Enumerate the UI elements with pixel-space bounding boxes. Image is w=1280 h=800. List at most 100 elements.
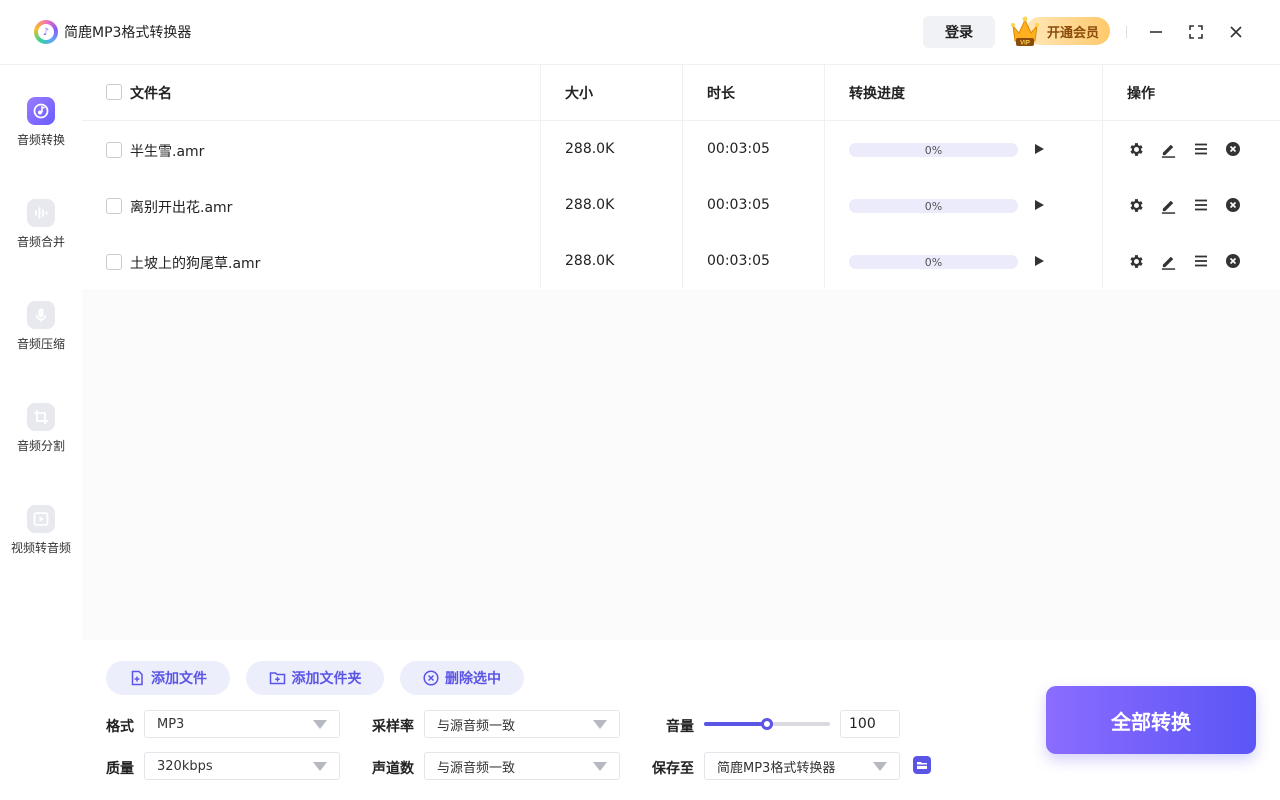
table-row[interactable]: 半生雪.amr 288.0K 00:03:05 0% bbox=[82, 121, 1280, 177]
volume-label: 音量 bbox=[666, 719, 694, 735]
menu-button[interactable] bbox=[1192, 196, 1210, 214]
minimize-icon bbox=[1150, 31, 1162, 33]
settings-button[interactable] bbox=[1127, 196, 1145, 214]
title-bar: ♪ 简鹿MP3格式转换器 登录 开通会员 VIP bbox=[0, 0, 1280, 64]
sidebar-item-label: 视频转音频 bbox=[10, 541, 71, 555]
remove-button[interactable] bbox=[1224, 140, 1242, 158]
samplerate-select[interactable]: 与源音频一致 bbox=[424, 710, 620, 738]
file-duration: 00:03:05 bbox=[707, 141, 770, 157]
row-checkbox[interactable] bbox=[106, 142, 122, 158]
pencil-icon bbox=[1161, 144, 1175, 158]
remove-button[interactable] bbox=[1224, 252, 1242, 270]
row-checkbox[interactable] bbox=[106, 254, 122, 270]
column-header-size: 大小 bbox=[565, 86, 593, 102]
file-duration: 00:03:05 bbox=[707, 253, 770, 269]
channels-label: 声道数 bbox=[372, 761, 414, 777]
close-button[interactable] bbox=[1222, 18, 1250, 46]
close-icon bbox=[1230, 26, 1242, 38]
add-folder-icon bbox=[269, 672, 285, 685]
chevron-down-icon bbox=[313, 762, 327, 771]
format-label: 格式 bbox=[106, 719, 134, 735]
chevron-down-icon bbox=[873, 762, 887, 771]
edit-button[interactable] bbox=[1159, 140, 1177, 158]
login-button[interactable]: 登录 bbox=[923, 16, 995, 48]
close-circle-icon bbox=[1226, 142, 1240, 156]
format-select[interactable]: MP3 bbox=[144, 710, 340, 738]
minimize-button[interactable] bbox=[1142, 18, 1170, 46]
saveto-value: 简鹿MP3格式转换器 bbox=[717, 760, 836, 776]
volume-slider-fill bbox=[704, 722, 767, 726]
progress-bar: 0% bbox=[849, 255, 1018, 269]
sidebar: 音频转换 音频合并 音频压缩 音频分割 视频转音频 bbox=[0, 64, 82, 800]
file-size: 288.0K bbox=[565, 141, 615, 157]
vip-badge-text: VIP bbox=[1020, 41, 1030, 47]
close-circle-icon bbox=[1226, 198, 1240, 212]
menu-button[interactable] bbox=[1192, 252, 1210, 270]
samplerate-label: 采样率 bbox=[372, 719, 414, 735]
volume-input[interactable]: 100 bbox=[840, 710, 900, 738]
sidebar-item-audio-merge[interactable]: 音频合并 bbox=[0, 199, 82, 279]
play-icon[interactable] bbox=[1032, 198, 1046, 212]
play-icon[interactable] bbox=[1032, 142, 1046, 156]
sidebar-item-label: 音频转换 bbox=[16, 133, 65, 147]
progress-bar: 0% bbox=[849, 143, 1018, 157]
add-file-button[interactable]: 添加文件 bbox=[106, 661, 230, 695]
gear-icon bbox=[1129, 198, 1143, 212]
file-size: 288.0K bbox=[565, 253, 615, 269]
edit-button[interactable] bbox=[1159, 252, 1177, 270]
volume-slider-handle[interactable] bbox=[761, 718, 773, 730]
delete-selected-label: 删除选中 bbox=[445, 671, 501, 687]
edit-button[interactable] bbox=[1159, 196, 1177, 214]
convert-all-button[interactable]: 全部转换 bbox=[1046, 686, 1256, 754]
maximize-button[interactable] bbox=[1182, 18, 1210, 46]
chevron-down-icon bbox=[593, 762, 607, 771]
sidebar-item-audio-split[interactable]: 音频分割 bbox=[0, 403, 82, 483]
pencil-icon bbox=[1161, 200, 1175, 214]
chevron-down-icon bbox=[313, 720, 327, 729]
column-divider bbox=[540, 64, 541, 288]
column-header-progress: 转换进度 bbox=[849, 86, 905, 102]
crown-icon: VIP bbox=[1011, 16, 1039, 47]
channels-value: 与源音频一致 bbox=[437, 760, 516, 776]
add-folder-button[interactable]: 添加文件夹 bbox=[246, 661, 384, 695]
channels-select[interactable]: 与源音频一致 bbox=[424, 752, 620, 780]
gear-icon bbox=[1129, 254, 1143, 268]
sidebar-item-video-to-audio[interactable]: 视频转音频 bbox=[0, 505, 82, 585]
app-logo-icon: ♪ bbox=[34, 20, 58, 44]
microphone-icon bbox=[27, 301, 55, 329]
table-row[interactable]: 土坡上的狗尾草.amr 288.0K 00:03:05 0% bbox=[82, 233, 1280, 289]
row-checkbox[interactable] bbox=[106, 198, 122, 214]
list-icon bbox=[1195, 143, 1207, 155]
play-icon[interactable] bbox=[1032, 254, 1046, 268]
volume-slider[interactable] bbox=[704, 718, 830, 730]
quality-select[interactable]: 320kbps bbox=[144, 752, 340, 780]
saveto-select[interactable]: 简鹿MP3格式转换器 bbox=[704, 752, 900, 780]
sidebar-item-label: 音频分割 bbox=[16, 439, 65, 453]
table-body: 半生雪.amr 288.0K 00:03:05 0% 离别开出花.amr 288… bbox=[82, 121, 1280, 289]
delete-selected-button[interactable]: 删除选中 bbox=[400, 661, 524, 695]
select-all-checkbox[interactable] bbox=[106, 84, 122, 100]
list-icon bbox=[1195, 199, 1207, 211]
sidebar-item-audio-compress[interactable]: 音频压缩 bbox=[0, 301, 82, 381]
format-value: MP3 bbox=[157, 716, 185, 732]
progress-bar: 0% bbox=[849, 199, 1018, 213]
column-header-duration: 时长 bbox=[707, 86, 735, 102]
settings-panel: 添加文件 添加文件夹 删除选中 格式 MP3 采样率 与源音频一致 音量 100… bbox=[82, 640, 1280, 800]
audio-merge-icon bbox=[27, 199, 55, 227]
quality-label: 质量 bbox=[106, 761, 134, 777]
column-header-ops: 操作 bbox=[1127, 86, 1155, 102]
file-name: 半生雪.amr bbox=[130, 144, 205, 160]
quality-value: 320kbps bbox=[157, 758, 213, 774]
menu-button[interactable] bbox=[1192, 140, 1210, 158]
close-circle-icon bbox=[423, 670, 439, 686]
sidebar-item-audio-convert[interactable]: 音频转换 bbox=[0, 97, 82, 177]
settings-button[interactable] bbox=[1127, 140, 1145, 158]
vip-button[interactable]: 开通会员 VIP bbox=[1010, 14, 1110, 48]
folder-icon[interactable] bbox=[912, 755, 932, 775]
table-row[interactable]: 离别开出花.amr 288.0K 00:03:05 0% bbox=[82, 177, 1280, 233]
column-divider bbox=[824, 64, 825, 288]
settings-button[interactable] bbox=[1127, 252, 1145, 270]
crop-icon bbox=[27, 403, 55, 431]
remove-button[interactable] bbox=[1224, 196, 1242, 214]
app-title: 简鹿MP3格式转换器 bbox=[64, 25, 192, 41]
